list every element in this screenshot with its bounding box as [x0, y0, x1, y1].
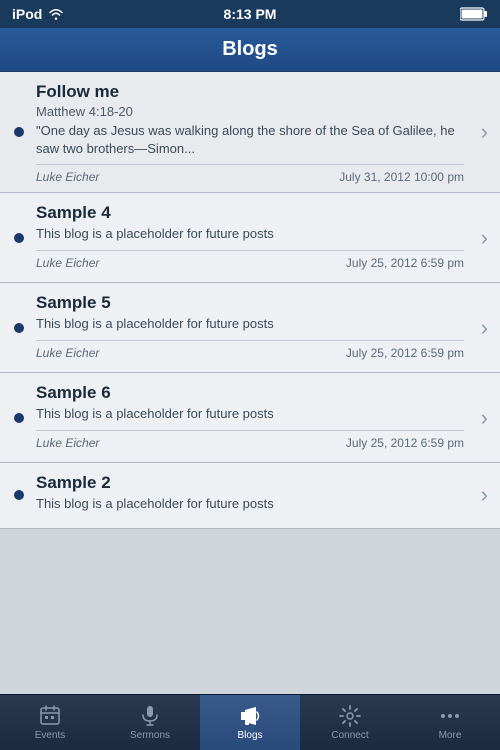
megaphone-icon: [238, 704, 262, 728]
blog-excerpt: "One day as Jesus was walking along the …: [36, 122, 464, 158]
page-header: Blogs: [0, 28, 500, 72]
tab-connect-label: Connect: [331, 730, 368, 741]
blog-item[interactable]: Follow me Matthew 4:18-20 "One day as Je…: [0, 72, 500, 193]
blog-excerpt: This blog is a placeholder for future po…: [36, 315, 464, 333]
blog-meta: Luke Eicher July 31, 2012 10:00 pm: [36, 164, 464, 184]
tab-more[interactable]: More: [400, 695, 500, 750]
blog-item[interactable]: Sample 6 This blog is a placeholder for …: [0, 373, 500, 463]
blog-meta: Luke Eicher July 25, 2012 6:59 pm: [36, 250, 464, 270]
blog-date: July 25, 2012 6:59 pm: [346, 346, 464, 360]
tab-blogs-label: Blogs: [237, 730, 262, 741]
blog-title: Sample 4: [36, 203, 464, 223]
carrier-label: iPod: [12, 6, 42, 22]
blog-item[interactable]: Sample 2 This blog is a placeholder for …: [0, 463, 500, 528]
tab-more-label: More: [439, 730, 462, 741]
blog-list: ✦ Follow me Matthew 4:18-20 "One day as …: [0, 72, 500, 694]
blog-author: Luke Eicher: [36, 256, 99, 270]
status-right: [460, 7, 488, 21]
blog-item[interactable]: Sample 5 This blog is a placeholder for …: [0, 283, 500, 373]
blog-scripture: Matthew 4:18-20: [36, 104, 464, 119]
blog-meta: Luke Eicher July 25, 2012 6:59 pm: [36, 340, 464, 360]
tab-connect[interactable]: Connect: [300, 695, 400, 750]
status-time: 8:13 PM: [224, 6, 277, 22]
blog-title: Sample 2: [36, 473, 464, 493]
tab-events[interactable]: Events: [0, 695, 100, 750]
status-left: iPod: [12, 6, 64, 22]
status-bar: iPod 8:13 PM: [0, 0, 500, 28]
blog-item[interactable]: Sample 4 This blog is a placeholder for …: [0, 193, 500, 283]
battery-icon: [460, 7, 488, 21]
microphone-icon: [138, 704, 162, 728]
blog-meta: Luke Eicher July 25, 2012 6:59 pm: [36, 430, 464, 450]
blog-author: Luke Eicher: [36, 436, 99, 450]
blog-date: July 31, 2012 10:00 pm: [339, 170, 464, 184]
tab-sermons-label: Sermons: [130, 730, 170, 741]
blog-excerpt: This blog is a placeholder for future po…: [36, 405, 464, 423]
tab-events-label: Events: [35, 730, 66, 741]
blog-author: Luke Eicher: [36, 346, 99, 360]
dots-icon: [438, 704, 462, 728]
wifi-icon: [48, 8, 64, 20]
blog-title: Sample 6: [36, 383, 464, 403]
calendar-icon: [38, 704, 62, 728]
gear-icon: [338, 704, 362, 728]
blog-date: July 25, 2012 6:59 pm: [346, 436, 464, 450]
blog-excerpt: This blog is a placeholder for future po…: [36, 225, 464, 243]
tab-sermons[interactable]: Sermons: [100, 695, 200, 750]
blog-excerpt: This blog is a placeholder for future po…: [36, 495, 464, 513]
page-title: Blogs: [222, 38, 278, 61]
blog-author: Luke Eicher: [36, 170, 99, 184]
blog-title: Sample 5: [36, 293, 464, 313]
tab-blogs[interactable]: Blogs: [200, 695, 300, 750]
blog-title: Follow me: [36, 82, 464, 102]
tab-bar: Events Sermons Blogs Connect: [0, 694, 500, 750]
blog-date: July 25, 2012 6:59 pm: [346, 256, 464, 270]
